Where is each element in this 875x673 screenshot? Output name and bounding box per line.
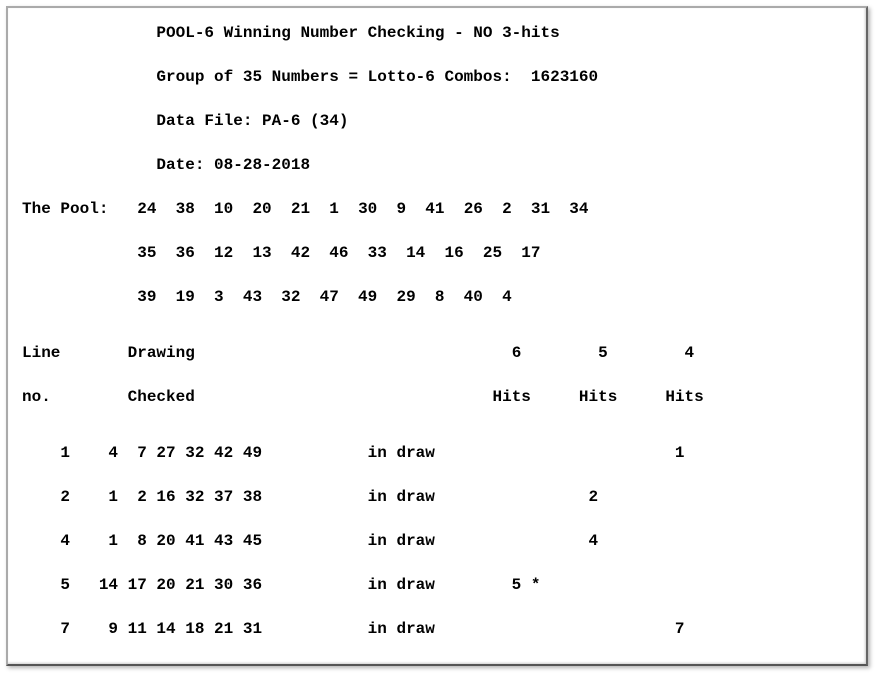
pool-row-2: 35 36 12 13 42 46 33 14 16 25 17	[22, 242, 852, 264]
pool-row-1: The Pool: 24 38 10 20 21 1 30 9 41 26 2 …	[22, 198, 852, 220]
report-frame: POOL-6 Winning Number Checking - NO 3-hi…	[6, 6, 868, 666]
table-row: 5 14 17 20 21 30 36 in draw 5 *	[22, 574, 852, 596]
table-row: 4 1 8 20 41 43 45 in draw 4	[22, 530, 852, 552]
pool-row-3: 39 19 3 43 32 47 49 29 8 40 4	[22, 286, 852, 308]
table-row: 1 4 7 27 32 42 49 in draw 1	[22, 442, 852, 464]
report-body: POOL-6 Winning Number Checking - NO 3-hi…	[22, 22, 852, 666]
title: POOL-6 Winning Number Checking - NO 3-hi…	[156, 24, 559, 42]
table-row: 2 1 2 16 32 37 38 in draw 2	[22, 486, 852, 508]
table-row: 8 10 13 24 34 39 47 in draw 8 *	[22, 662, 852, 666]
table-row: 7 9 11 14 18 21 31 in draw 7	[22, 618, 852, 640]
col-header-2: no. Checked Hits Hits Hits	[22, 386, 852, 408]
datafile-line: Data File: PA-6 (34)	[22, 110, 852, 132]
col-header-1: Line Drawing 6 5 4	[22, 342, 852, 364]
group-line: Group of 35 Numbers = Lotto-6 Combos: 16…	[22, 66, 852, 88]
title-line: POOL-6 Winning Number Checking - NO 3-hi…	[22, 22, 852, 44]
date-line: Date: 08-28-2018	[22, 154, 852, 176]
